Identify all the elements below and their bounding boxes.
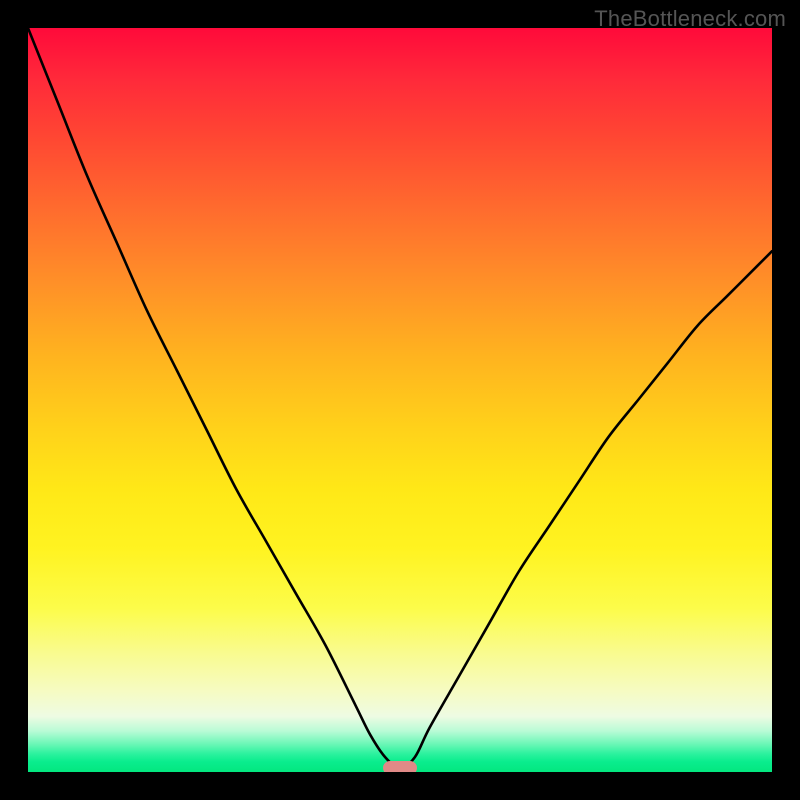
plot-area	[28, 28, 772, 772]
optimum-marker	[383, 761, 417, 772]
bottleneck-curve	[28, 28, 772, 772]
chart-frame: TheBottleneck.com	[0, 0, 800, 800]
watermark-text: TheBottleneck.com	[594, 6, 786, 32]
